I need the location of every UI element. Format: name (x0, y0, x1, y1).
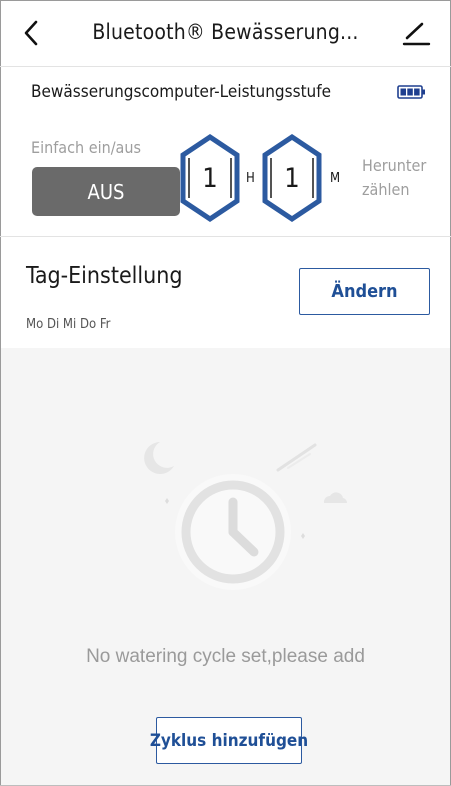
power-level-label: Bewässerungscomputer-Leistungsstufe (31, 82, 332, 102)
countdown-button[interactable]: Herunter zählen (362, 154, 426, 202)
hours-value: 1 (202, 162, 218, 194)
edit-button[interactable] (401, 18, 431, 48)
power-toggle-button[interactable]: AUS (32, 167, 180, 216)
add-cycle-button[interactable]: Zyklus hinzufügen (150, 717, 308, 764)
hours-unit-label: H (246, 171, 255, 186)
page-title: Bluetooth® Bewässerung... (92, 20, 359, 44)
star-icon (165, 498, 169, 504)
cloud-icon (323, 492, 348, 503)
header-divider (0, 66, 451, 67)
minutes-stepper[interactable]: 1 (262, 133, 322, 223)
day-setting-title: Tag-Einstellung (26, 263, 183, 289)
chevron-left-icon (24, 20, 38, 46)
countdown-label-line1: Herunter (362, 156, 427, 175)
back-button[interactable] (16, 16, 46, 50)
app-header: Bluetooth® Bewässerung... (0, 0, 451, 66)
empty-state-message: No watering cycle set,please add (86, 646, 365, 667)
selected-days: Mo Di Mi Do Fr (26, 317, 111, 332)
section-divider (0, 236, 451, 237)
hours-stepper[interactable]: 1 (180, 133, 240, 223)
change-button[interactable]: Ändern (299, 268, 430, 315)
clock-icon (144, 442, 348, 590)
minutes-unit-label: M (330, 171, 341, 186)
battery-full-icon (397, 84, 426, 100)
countdown-label-line2: zählen (362, 180, 410, 199)
pencil-icon (402, 22, 431, 46)
simple-switch-label: Einfach ein/aus (31, 138, 141, 157)
shooting-star-icon (276, 443, 317, 472)
moon-icon (144, 442, 174, 474)
minutes-value: 1 (284, 162, 300, 194)
